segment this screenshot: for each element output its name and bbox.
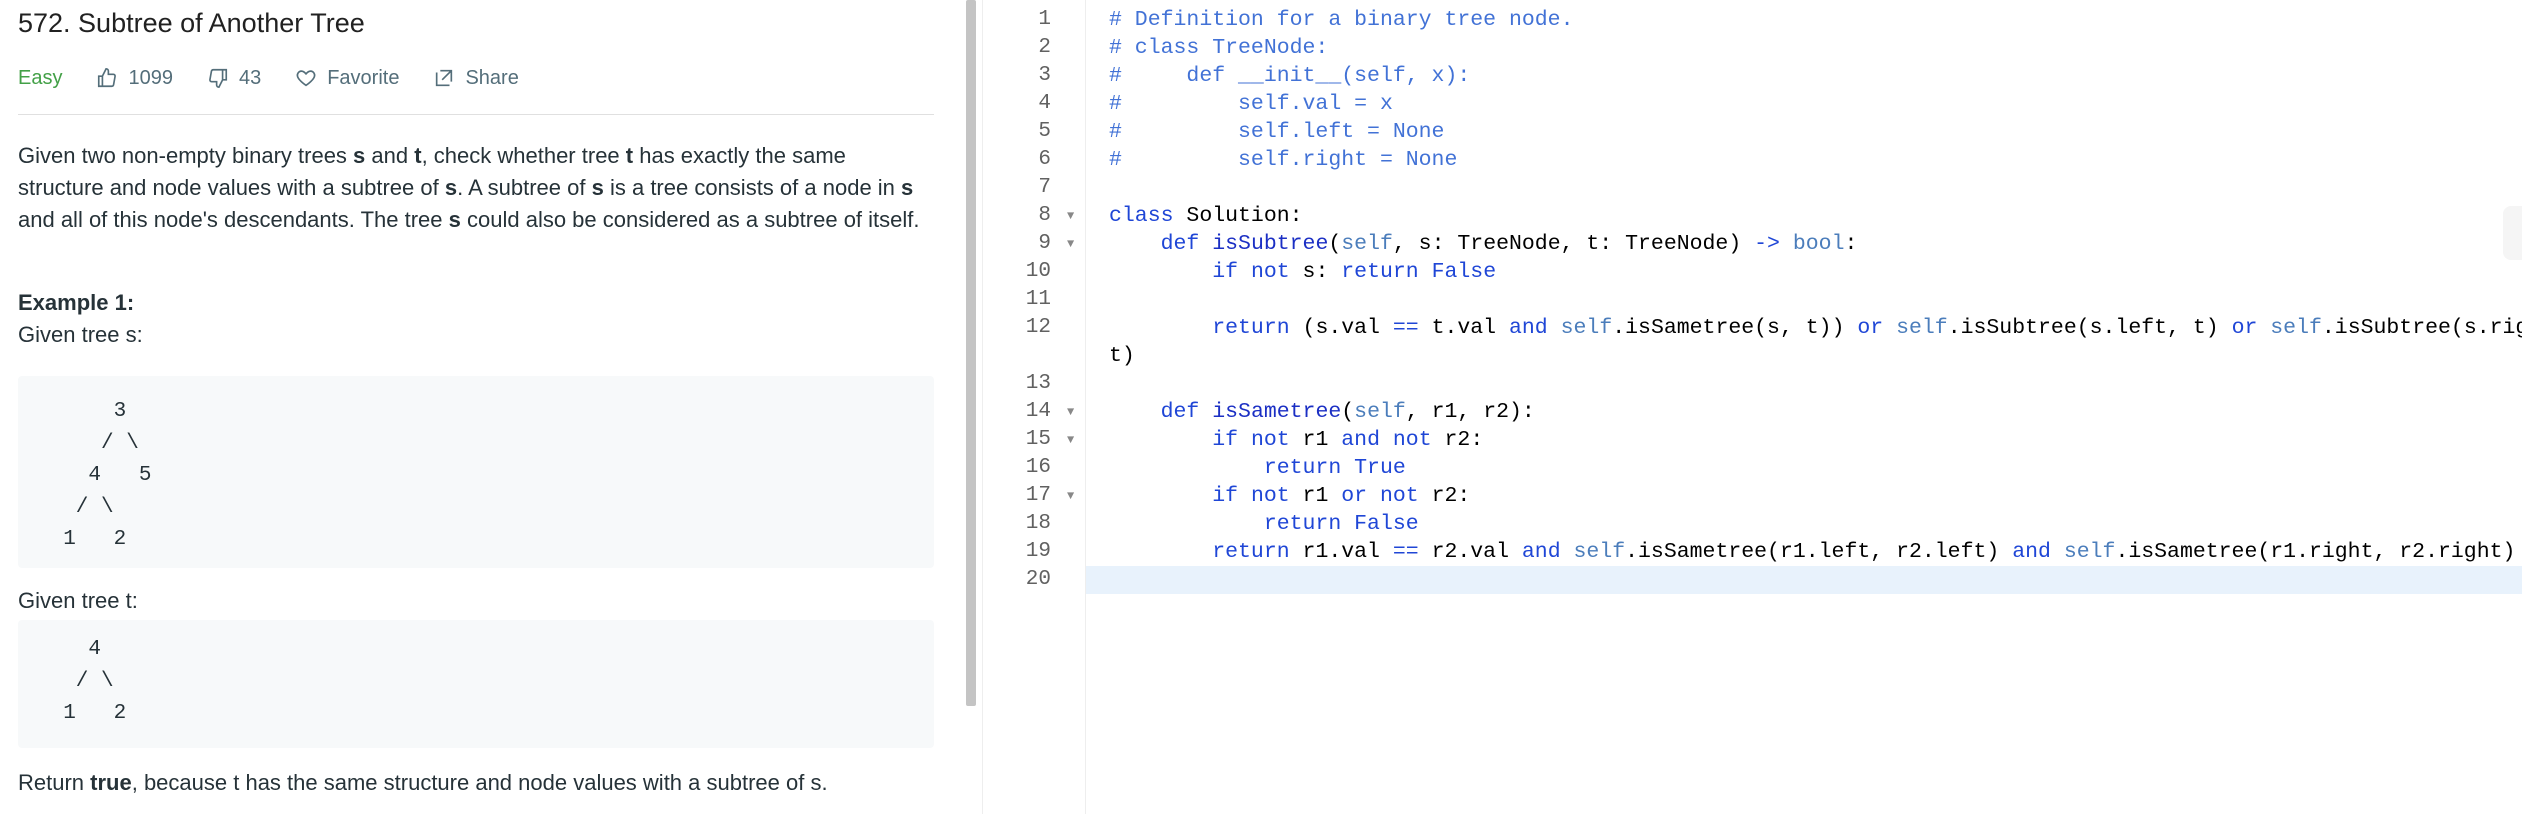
code-line[interactable]: return False (1085, 510, 1419, 538)
line-number: 8 (1038, 204, 1051, 227)
tree-line: 1 2 (38, 702, 127, 725)
fold-arrow-icon[interactable]: ▼ (1067, 202, 1074, 230)
line-number: 17 (1025, 484, 1051, 507)
fold-arrow-icon[interactable]: ▼ (1067, 398, 1074, 426)
line-number: 9 (1038, 232, 1051, 255)
thumbs-up-icon (98, 68, 117, 88)
line-number: 14 (1025, 400, 1051, 423)
line-number (991, 342, 1051, 370)
thumbs-down-icon (209, 68, 228, 88)
code-line[interactable] (1085, 370, 1109, 398)
return-value: true (90, 770, 132, 795)
code-line[interactable]: if not r1 or not r2: (1085, 482, 1470, 510)
code-line[interactable] (1085, 286, 1109, 314)
code-line[interactable]: def isSubtree(self, s: TreeNode, t: Tree… (1085, 230, 1858, 258)
return-suffix: , because t has the same structure and n… (131, 770, 828, 795)
line-number: 20 (1025, 568, 1051, 591)
code-line[interactable] (1085, 566, 1109, 594)
dislike-count: 43 (238, 66, 262, 89)
side-panel-toggle[interactable] (2503, 206, 2522, 260)
example-title: Example 1: (18, 290, 135, 315)
problem-title: 572. Subtree of Another Tree (18, 8, 365, 38)
line-number: 4 (1038, 92, 1051, 115)
line-number: 3 (1038, 64, 1051, 87)
code-line[interactable]: def isSametree(self, r1, r2): (1085, 398, 1535, 426)
line-number: 18 (1025, 512, 1051, 535)
given-t-label: Given tree t: (18, 588, 138, 613)
code-line[interactable]: if not s: return False (1085, 258, 1496, 286)
code-line[interactable]: # Definition for a binary tree node. (1085, 6, 1573, 34)
problem-panel: 572. Subtree of Another Tree Easy 1099 4… (0, 0, 966, 814)
code-line[interactable]: # self.right = None (1085, 146, 1457, 174)
description-scrollbar[interactable] (966, 0, 976, 706)
code-line[interactable]: return r1.val == r2.val and self.isSamet… (1085, 538, 2515, 566)
given-s-label: Given tree s: (18, 322, 143, 347)
like-count: 1099 (128, 66, 173, 89)
tree-line: 1 2 (38, 528, 127, 551)
heart-icon (296, 70, 316, 87)
fold-arrow-icon[interactable]: ▼ (1067, 482, 1074, 510)
problem-description: Given two non-empty binary trees s and t… (18, 143, 920, 232)
fold-arrow-icon[interactable]: ▼ (1067, 230, 1074, 258)
line-number: 16 (1025, 456, 1051, 479)
line-number: 5 (1038, 120, 1051, 143)
dislike-button[interactable]: 43 (207, 67, 261, 90)
share-label: Share (465, 66, 519, 89)
line-number: 1 (1038, 8, 1051, 31)
code-line[interactable]: if not r1 and not r2: (1085, 426, 1483, 454)
code-line[interactable]: # def __init__(self, x): (1085, 62, 1470, 90)
favorite-button[interactable]: Favorite (295, 67, 399, 90)
fold-arrow-icon[interactable]: ▼ (1067, 426, 1074, 454)
code-line[interactable]: t) (1085, 342, 1135, 370)
tree-line: / \ (38, 496, 114, 519)
tree-line: / \ (38, 432, 139, 455)
like-button[interactable]: 1099 (96, 67, 173, 90)
code-line[interactable]: # class TreeNode: (1085, 34, 1328, 62)
code-area[interactable]: # Definition for a binary tree node. # cl… (1085, 0, 2522, 814)
problem-meta-bar: Easy 1099 43 Favorite Share (18, 64, 553, 92)
return-statement: Return true, because t has the same stru… (18, 770, 828, 796)
line-number: 7 (1038, 176, 1051, 199)
share-icon (436, 69, 453, 87)
tree-line: 3 (38, 400, 127, 423)
line-number: 6 (1038, 148, 1051, 171)
tree-line: 4 (38, 638, 102, 661)
tree-line: / \ (38, 670, 114, 693)
tree-s-block: 3 / \ 4 5 / \ 1 2 (18, 376, 934, 568)
line-number: 19 (1025, 540, 1051, 563)
tree-t-block: 4 / \ 1 2 (18, 620, 934, 748)
tree-line: 4 5 (38, 464, 152, 487)
divider (18, 114, 934, 115)
code-line[interactable]: return (s.val == t.val and self.isSametr… (1085, 314, 2522, 342)
difficulty-badge: Easy (18, 66, 63, 89)
line-number: 15 (1025, 428, 1051, 451)
code-line[interactable]: # self.val = x (1085, 90, 1393, 118)
code-line[interactable]: # self.left = None (1085, 118, 1444, 146)
code-line[interactable] (1085, 174, 1109, 202)
favorite-label: Favorite (327, 66, 400, 89)
line-number: 2 (1038, 36, 1051, 59)
share-button[interactable]: Share (433, 66, 519, 90)
line-number: 12 (1025, 316, 1051, 339)
code-line[interactable]: class Solution: (1085, 202, 1303, 230)
line-number: 13 (1025, 372, 1051, 395)
line-number: 11 (1025, 288, 1051, 311)
line-number-gutter: 1 2 3 4 5 6 7 8 ▼ 9 ▼ 10 11 12 13 14 ▼ 15 ▼ 16 17 ▼ 18 19 20 (983, 0, 1086, 814)
code-editor[interactable]: 1 2 3 4 5 6 7 8 ▼ 9 ▼ 10 11 12 13 14 ▼ 15 ▼ 16 17 ▼ 18 19 20 # D… (982, 0, 2522, 814)
line-number: 10 (1025, 260, 1051, 283)
code-line[interactable]: return True (1085, 454, 1406, 482)
return-prefix: Return (18, 770, 91, 795)
